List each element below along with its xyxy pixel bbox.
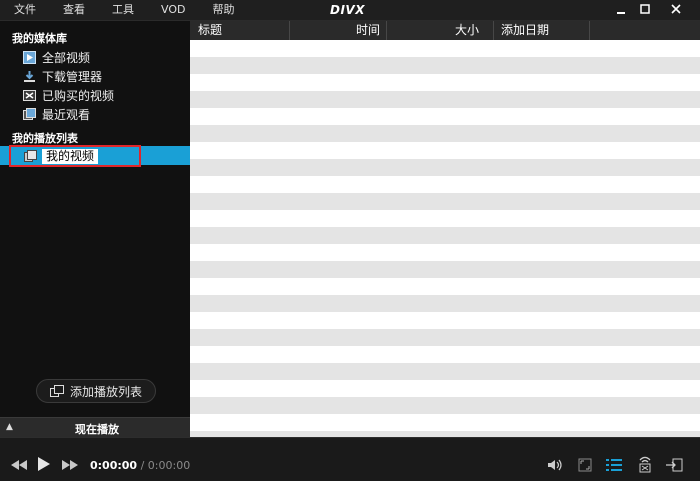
playlist-item-label: 我的视频 bbox=[42, 148, 99, 164]
menu-view[interactable]: 查看 bbox=[49, 0, 98, 20]
column-header-date-added[interactable]: 添加日期 bbox=[494, 21, 590, 40]
table-row bbox=[190, 210, 700, 227]
play-icon bbox=[38, 457, 50, 471]
library-item-all-videos[interactable]: 全部视频 bbox=[22, 48, 90, 66]
download-icon bbox=[22, 69, 36, 83]
current-time: 0:00:00 bbox=[90, 459, 138, 472]
now-playing-bar[interactable]: ▲ 现在播放 bbox=[0, 417, 190, 438]
library-item-label: 下载管理器 bbox=[42, 69, 103, 84]
table-body bbox=[190, 40, 700, 437]
library-item-label: 最近观看 bbox=[42, 107, 91, 122]
playlist-icon bbox=[23, 149, 37, 163]
maximize-icon bbox=[640, 4, 650, 14]
playlist-item-my-videos[interactable]: 我的视频 bbox=[9, 145, 141, 167]
close-icon bbox=[671, 4, 681, 14]
total-time: 0:00:00 bbox=[147, 459, 191, 472]
library-item-recent[interactable]: 最近观看 bbox=[22, 105, 90, 123]
table-row bbox=[190, 227, 700, 244]
table-row bbox=[190, 40, 700, 57]
library-item-label: 已购买的视频 bbox=[42, 88, 115, 103]
mini-mode-button[interactable] bbox=[664, 457, 684, 473]
app-logo: DIVX bbox=[330, 3, 365, 17]
table-row bbox=[190, 397, 700, 414]
list-view-icon bbox=[606, 459, 622, 471]
media-table: 标题 时间 大小 添加日期 bbox=[190, 21, 700, 437]
playback-time: 0:00:00 / 0:00:00 bbox=[90, 459, 190, 472]
table-row bbox=[190, 74, 700, 91]
playlists-heading: 我的播放列表 bbox=[12, 132, 78, 145]
menu-file[interactable]: 文件 bbox=[0, 0, 49, 20]
menu-vod[interactable]: VOD bbox=[147, 0, 198, 20]
minimize-button[interactable] bbox=[613, 2, 629, 18]
play-button[interactable] bbox=[35, 455, 53, 473]
add-playlist-icon bbox=[49, 385, 64, 397]
table-row bbox=[190, 108, 700, 125]
recent-icon bbox=[22, 107, 36, 121]
add-playlist-label: 添加播放列表 bbox=[69, 384, 142, 399]
column-header-empty bbox=[590, 21, 700, 40]
purchased-icon bbox=[22, 88, 36, 102]
column-header-time[interactable]: 时间 bbox=[290, 21, 387, 40]
volume-icon bbox=[548, 459, 562, 471]
stream-button[interactable] bbox=[636, 454, 654, 474]
table-row bbox=[190, 57, 700, 74]
stream-icon bbox=[639, 456, 651, 473]
table-row bbox=[190, 380, 700, 397]
volume-button[interactable] bbox=[546, 458, 564, 472]
maximize-button[interactable] bbox=[637, 2, 653, 18]
rewind-icon bbox=[11, 460, 27, 470]
table-row bbox=[190, 312, 700, 329]
close-button[interactable] bbox=[668, 2, 684, 18]
sidebar: 我的媒体库 全部视频 下载管理器 已购买的视频 最近观看 我的播放列表 我的视频 bbox=[0, 21, 190, 438]
library-item-download-manager[interactable]: 下载管理器 bbox=[22, 67, 102, 85]
table-row bbox=[190, 414, 700, 431]
time-separator: / bbox=[137, 459, 148, 472]
fast-forward-button[interactable] bbox=[60, 458, 80, 472]
table-row bbox=[190, 363, 700, 380]
list-view-button[interactable] bbox=[605, 457, 623, 473]
menu-bar: 文件 查看 工具 VOD 帮助 bbox=[0, 0, 247, 20]
table-row bbox=[190, 176, 700, 193]
menu-tools[interactable]: 工具 bbox=[98, 0, 147, 20]
fullscreen-icon bbox=[578, 458, 592, 472]
table-row bbox=[190, 295, 700, 312]
add-playlist-button[interactable]: 添加播放列表 bbox=[36, 379, 156, 403]
table-row bbox=[190, 329, 700, 346]
mini-mode-icon bbox=[666, 458, 683, 472]
fast-forward-icon bbox=[62, 460, 78, 470]
transport-bar: 0:00:00 / 0:00:00 bbox=[0, 437, 700, 481]
library-item-purchased[interactable]: 已购买的视频 bbox=[22, 86, 114, 104]
now-playing-label: 现在播放 bbox=[75, 423, 119, 436]
table-row bbox=[190, 159, 700, 176]
table-row bbox=[190, 142, 700, 159]
table-row bbox=[190, 125, 700, 142]
expand-up-icon: ▲ bbox=[6, 422, 13, 432]
video-icon bbox=[22, 50, 36, 64]
fullscreen-button[interactable] bbox=[577, 457, 593, 473]
table-header: 标题 时间 大小 添加日期 bbox=[190, 21, 700, 40]
table-row bbox=[190, 193, 700, 210]
table-row bbox=[190, 244, 700, 261]
table-row bbox=[190, 346, 700, 363]
column-header-title[interactable]: 标题 bbox=[190, 21, 290, 40]
library-heading: 我的媒体库 bbox=[12, 32, 67, 45]
rewind-button[interactable] bbox=[9, 458, 29, 472]
minimize-icon bbox=[617, 12, 625, 14]
column-header-size[interactable]: 大小 bbox=[387, 21, 494, 40]
library-item-label: 全部视频 bbox=[42, 50, 91, 65]
table-row bbox=[190, 278, 700, 295]
table-row bbox=[190, 261, 700, 278]
menu-help[interactable]: 帮助 bbox=[198, 0, 247, 20]
title-bar: 文件 查看 工具 VOD 帮助 DIVX bbox=[0, 0, 700, 21]
table-row bbox=[190, 91, 700, 108]
